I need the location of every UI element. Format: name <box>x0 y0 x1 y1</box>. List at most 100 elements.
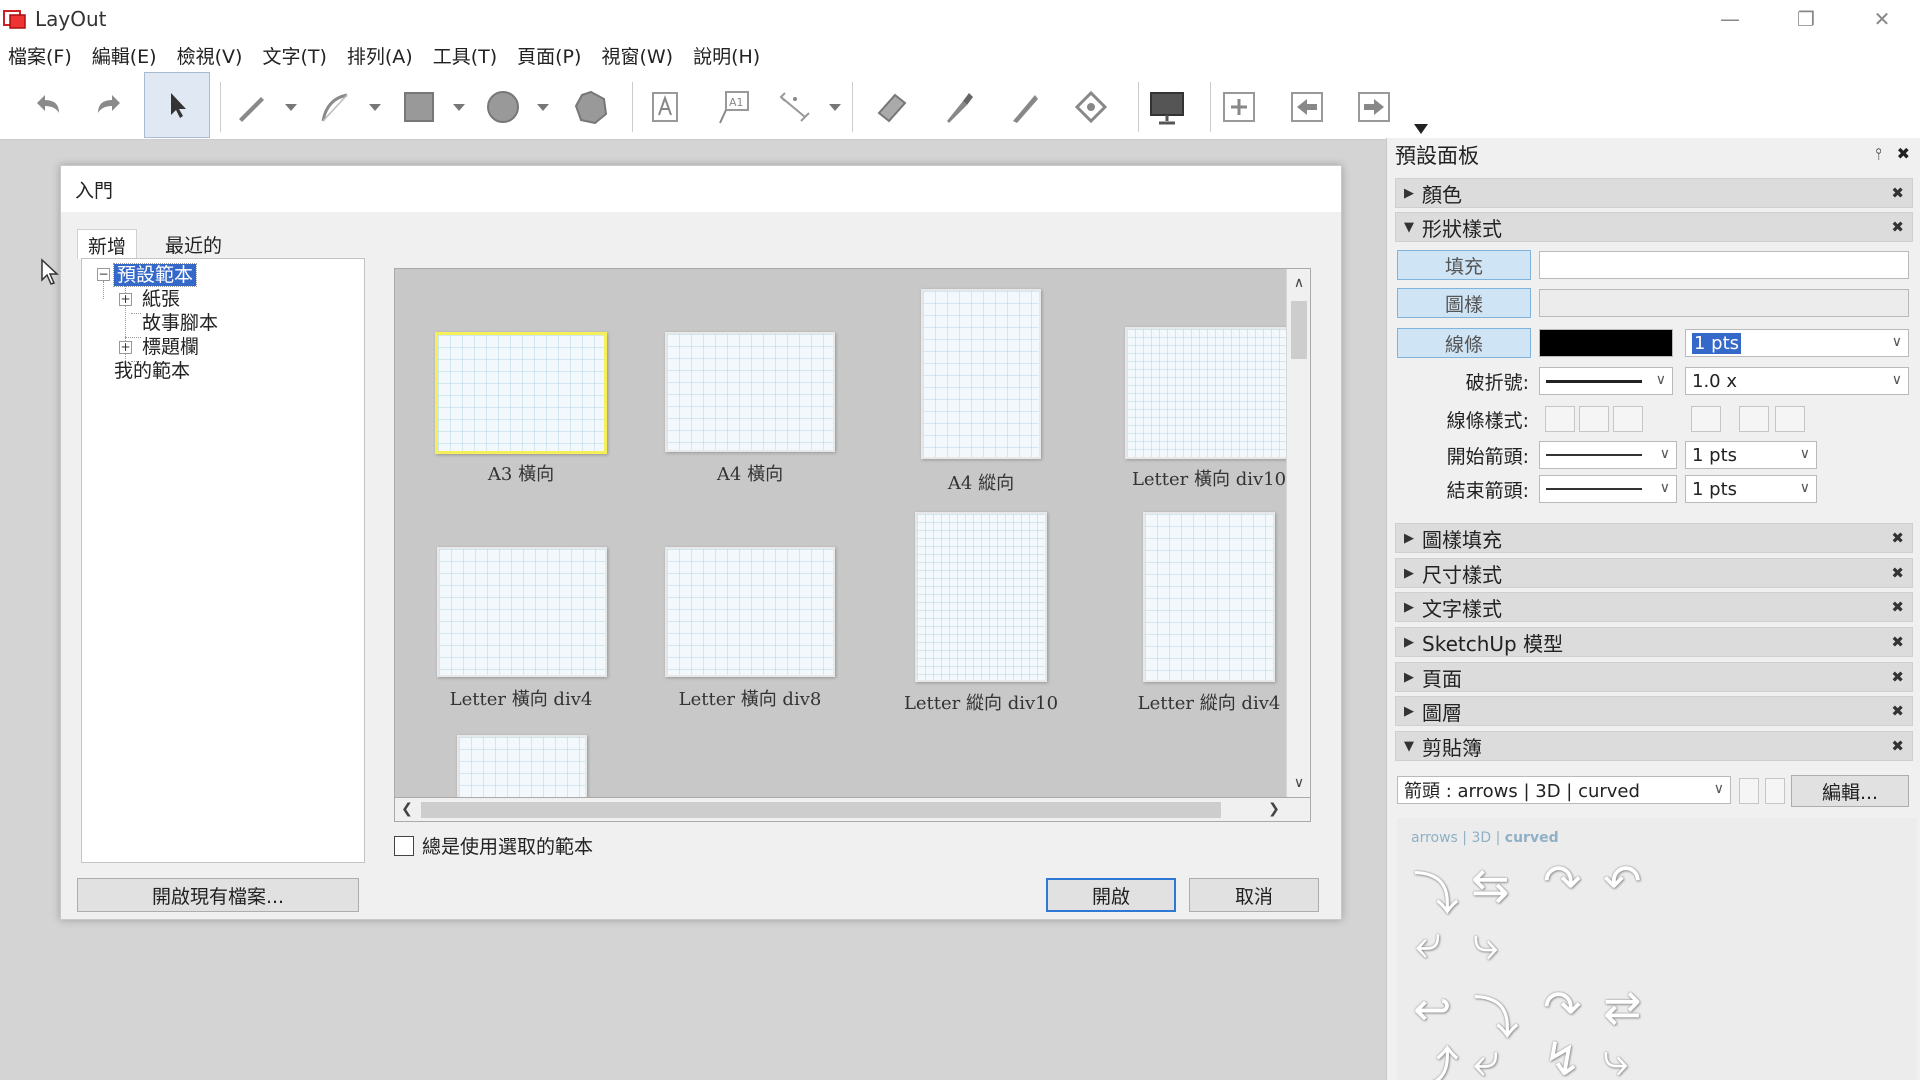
menu-arrange[interactable]: 排列(A) <box>345 40 415 71</box>
section-sketchup-model[interactable]: ▶ SketchUp 模型 ✖ <box>1395 627 1913 657</box>
section-pattern-fill[interactable]: ▶ 圖樣填充 ✖ <box>1395 523 1913 553</box>
section-colors[interactable]: ▶ 顏色 ✖ <box>1395 178 1913 208</box>
start-arrow-size-select[interactable]: 1 pts ∨ <box>1685 441 1817 469</box>
scroll-down-icon[interactable]: ∨ <box>1289 773 1309 793</box>
curved-arrow-icon[interactable]: ↷ <box>1543 854 1582 908</box>
menu-edit[interactable]: 編輯(E) <box>90 40 159 71</box>
template-thumbnail[interactable] <box>915 512 1047 682</box>
section-dimension-style[interactable]: ▶ 尺寸樣式 ✖ <box>1395 558 1913 588</box>
join-miter-icon[interactable] <box>1691 406 1721 432</box>
curved-arrow-icon[interactable]: ↶ <box>1603 854 1642 908</box>
rectangle-icon[interactable] <box>394 84 444 130</box>
split-icon[interactable] <box>1000 84 1050 130</box>
pin-icon[interactable]: ⫯ <box>1875 144 1882 164</box>
stroke-toggle-button[interactable]: 線條 <box>1397 328 1531 358</box>
tree-item-my-templates[interactable]: 我的範本 <box>114 356 190 383</box>
tree-item-paper[interactable]: 紙張 <box>142 284 180 311</box>
expand-icon[interactable]: + <box>119 341 132 354</box>
template-thumbnail[interactable] <box>437 547 607 677</box>
dimension-icon[interactable] <box>770 84 820 130</box>
menu-pages[interactable]: 頁面(P) <box>515 40 583 71</box>
previous-page-icon[interactable] <box>1282 84 1332 130</box>
tree-item-title-block[interactable]: 標題欄 <box>142 332 199 359</box>
curved-arrow-icon[interactable]: ⤶ <box>1415 914 1441 970</box>
fill-color-well[interactable] <box>1539 251 1909 279</box>
close-section-icon[interactable]: ✖ <box>1891 633 1904 651</box>
horizontal-scroll-thumb[interactable] <box>421 802 1221 818</box>
close-window-button[interactable]: ✕ <box>1844 0 1920 38</box>
close-panel-icon[interactable]: ✖ <box>1897 144 1910 163</box>
dimension-dropdown-icon[interactable] <box>826 98 844 116</box>
curved-arrow-icon[interactable]: ↷ <box>1543 980 1582 1034</box>
close-section-icon[interactable]: ✖ <box>1891 598 1904 616</box>
open-button[interactable]: 開啟 <box>1046 878 1176 912</box>
scrapbook-select[interactable]: 箭頭 : arrows | 3D | curved ∨ <box>1397 776 1731 804</box>
close-section-icon[interactable]: ✖ <box>1891 668 1904 686</box>
presentation-icon[interactable] <box>1142 84 1192 130</box>
pattern-well[interactable] <box>1539 289 1909 317</box>
gallery-horizontal-scrollbar[interactable]: ❮ ❯ <box>394 798 1311 822</box>
maximize-button[interactable]: ❐ <box>1768 0 1844 38</box>
scrapbook-edit-button[interactable]: 編輯... <box>1791 775 1909 807</box>
expand-icon[interactable]: + <box>119 293 132 306</box>
template-thumbnail[interactable] <box>1143 512 1275 682</box>
join-bevel-icon[interactable] <box>1775 406 1805 432</box>
menu-tools[interactable]: 工具(T) <box>431 40 499 71</box>
stroke-width-select[interactable]: 1 pts ∨ <box>1685 329 1909 357</box>
template-thumbnail[interactable] <box>921 289 1041 459</box>
template-thumbnail[interactable] <box>665 547 835 677</box>
cancel-button[interactable]: 取消 <box>1189 878 1319 912</box>
scroll-right-icon[interactable]: ❯ <box>1264 799 1284 819</box>
circle-icon[interactable] <box>478 84 528 130</box>
redo-icon[interactable] <box>85 84 135 130</box>
curved-arrow-icon[interactable]: ⤷ <box>1473 916 1499 972</box>
collapse-icon[interactable]: − <box>97 268 110 281</box>
line-icon[interactable] <box>226 84 276 130</box>
close-section-icon[interactable]: ✖ <box>1891 702 1904 720</box>
always-use-template-checkbox[interactable] <box>394 835 414 856</box>
label-icon[interactable]: A1 <box>707 84 757 130</box>
minimize-button[interactable]: — <box>1692 0 1768 38</box>
dash-scale-select[interactable]: 1.0 x ∨ <box>1685 367 1909 395</box>
menu-file[interactable]: 檔案(F) <box>6 40 74 71</box>
close-section-icon[interactable]: ✖ <box>1891 737 1904 755</box>
curved-arrow-icon[interactable]: ⇆ <box>1471 858 1510 912</box>
circle-dropdown-icon[interactable] <box>534 98 552 116</box>
curved-arrow-icon[interactable]: ⇄ <box>1603 980 1642 1034</box>
scroll-up-icon[interactable]: ∧ <box>1289 273 1309 293</box>
template-thumbnail[interactable] <box>1125 327 1295 459</box>
vertical-scroll-thumb[interactable] <box>1291 301 1307 359</box>
polygon-icon[interactable] <box>566 84 616 130</box>
line-dropdown-icon[interactable] <box>282 98 300 116</box>
cap-round-icon[interactable] <box>1579 406 1609 432</box>
add-page-icon[interactable] <box>1214 84 1264 130</box>
end-arrow-size-select[interactable]: 1 pts ∨ <box>1685 475 1817 503</box>
template-thumbnail[interactable] <box>435 332 607 454</box>
tree-item-storyboard[interactable]: 故事腳本 <box>142 308 218 335</box>
scrapbook-remove-icon[interactable] <box>1765 778 1785 804</box>
close-section-icon[interactable]: ✖ <box>1891 529 1904 547</box>
stroke-color-well[interactable] <box>1539 329 1673 357</box>
close-section-icon[interactable]: ✖ <box>1891 218 1904 236</box>
menu-text[interactable]: 文字(T) <box>260 40 328 71</box>
menu-view[interactable]: 檢視(V) <box>175 40 245 71</box>
next-page-icon[interactable] <box>1349 84 1399 130</box>
template-thumbnail[interactable] <box>457 735 587 797</box>
style-icon[interactable] <box>934 84 984 130</box>
section-shape-style[interactable]: ▼ 形狀樣式 ✖ <box>1395 212 1913 242</box>
scroll-left-icon[interactable]: ❮ <box>397 799 417 819</box>
section-scrapbooks[interactable]: ▼ 剪貼簿 ✖ <box>1395 731 1913 761</box>
curved-arrow-icon[interactable]: ⤴ <box>1413 1032 1459 1080</box>
scrapbook-add-icon[interactable] <box>1739 778 1759 804</box>
section-pages[interactable]: ▶ 頁面 ✖ <box>1395 662 1913 692</box>
rectangle-dropdown-icon[interactable] <box>450 98 468 116</box>
section-layers[interactable]: ▶ 圖層 ✖ <box>1395 696 1913 726</box>
menu-help[interactable]: 說明(H) <box>691 40 762 71</box>
tab-new[interactable]: 新增 <box>77 229 138 259</box>
end-arrow-select[interactable]: ∨ <box>1539 475 1677 503</box>
open-existing-file-button[interactable]: 開啟現有檔案... <box>77 878 359 912</box>
fill-toggle-button[interactable]: 填充 <box>1397 250 1531 280</box>
arc-dropdown-icon[interactable] <box>366 98 384 116</box>
section-text-style[interactable]: ▶ 文字樣式 ✖ <box>1395 592 1913 622</box>
eraser-icon[interactable] <box>866 84 916 130</box>
